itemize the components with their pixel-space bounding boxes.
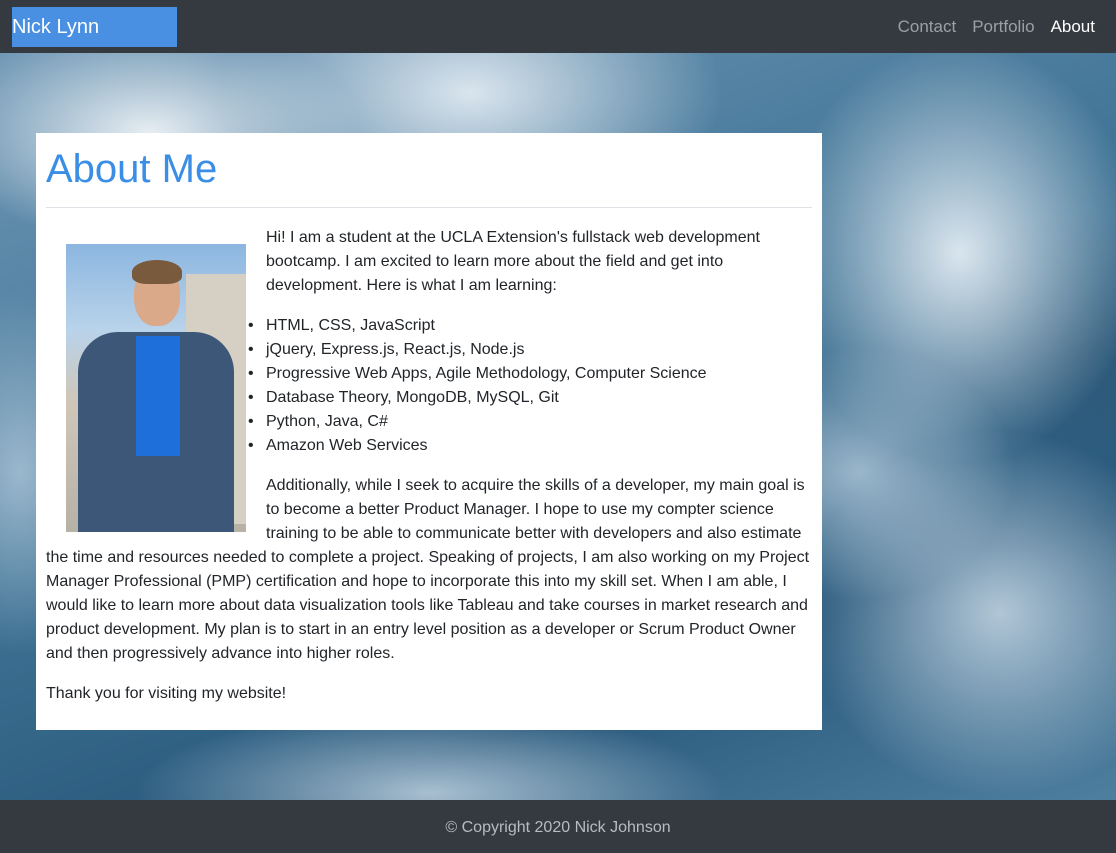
profile-photo — [66, 244, 246, 532]
nav-link-portfolio[interactable]: Portfolio — [972, 0, 1034, 53]
brand-link[interactable]: Nick Lynn Johnson — [12, 6, 177, 78]
about-card: About Me Hi! I am a student at the UCLA … — [36, 133, 822, 730]
about-content: Hi! I am a student at the UCLA Extension… — [46, 208, 812, 706]
navbar: Nick Lynn Johnson Contact Portfolio Abou… — [0, 0, 1116, 78]
copyright-text: © Copyright 2020 Nick Johnson — [445, 819, 671, 836]
nav-link-contact[interactable]: Contact — [898, 0, 957, 53]
nav-link-about[interactable]: About — [1051, 0, 1095, 53]
nav-links: Contact Portfolio About — [898, 0, 1104, 53]
footer: © Copyright 2020 Nick Johnson — [0, 800, 1116, 853]
thanks-paragraph: Thank you for visiting my website! — [46, 685, 287, 702]
page-title: About Me — [46, 145, 812, 208]
